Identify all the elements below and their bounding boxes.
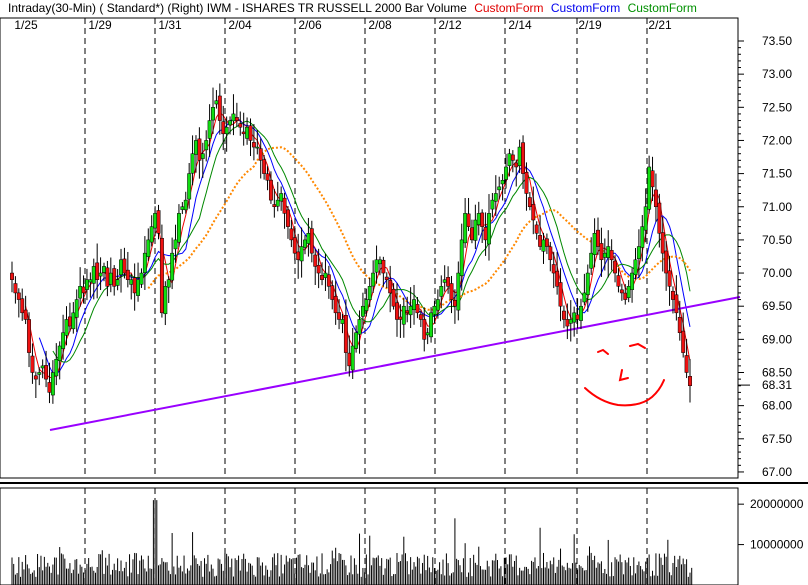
- price-tick-label: 73.50: [762, 34, 792, 48]
- customform-legend-blue: CustomForm: [550, 1, 621, 15]
- volume-axis: 20000000 10000000: [737, 488, 804, 585]
- price-tick-label: 71.00: [762, 200, 792, 214]
- price-tick-label: 67.50: [762, 432, 792, 446]
- chart-title: Intraday(30-Min) ( Standard*) (Right) IW…: [8, 1, 467, 15]
- volume-tick-label: 10000000: [750, 538, 804, 552]
- date-tick-label: 1/29: [88, 18, 112, 32]
- volume-tick-label: 20000000: [750, 497, 804, 511]
- price-tick-label: 71.50: [762, 167, 792, 181]
- price-tick-label: 70.50: [762, 233, 792, 247]
- date-tick-label: 2/12: [438, 18, 462, 32]
- date-tick-label: 2/06: [298, 18, 322, 32]
- date-tick-label: 2/14: [508, 18, 532, 32]
- price-tick-label: 67.00: [762, 465, 792, 479]
- chart-window: 73.50 73.00 72.50 72.00 71.50 71.00 70.50 70.00…: [0, 0, 808, 585]
- date-tick-label: 2/19: [578, 18, 602, 32]
- date-tick-label: 1/25: [14, 18, 38, 32]
- price-panel-frame: [0, 17, 739, 479]
- price-tick-label: 72.00: [762, 133, 792, 147]
- date-tick-label: 2/08: [368, 18, 392, 32]
- price-tick-label: 73.00: [762, 67, 792, 81]
- price-tick-label: 69.00: [762, 332, 792, 346]
- chart-header: Intraday(30-Min) ( Standard*) (Right) IW…: [8, 1, 697, 15]
- customform-legend-green: CustomForm: [627, 1, 697, 15]
- date-tick-label: 2/04: [228, 18, 252, 32]
- price-tick-label: 72.50: [762, 100, 792, 114]
- date-tick-label: 1/31: [158, 18, 182, 32]
- price-axis: 73.50 73.00 72.50 72.00 71.50 71.00 70.50 70.00…: [737, 18, 792, 479]
- customform-legend-red: CustomForm: [474, 1, 544, 15]
- price-tick-label: 69.50: [762, 299, 792, 313]
- last-price-label: 68.31: [762, 378, 792, 392]
- candle: [159, 224, 164, 318]
- price-tick-label: 68.00: [762, 399, 792, 413]
- chart-canvas: 73.50 73.00 72.50 72.00 71.50 71.00 70.50 70.00…: [0, 17, 808, 585]
- price-tick-label: 70.00: [762, 266, 792, 280]
- date-tick-label: 2/21: [648, 18, 672, 32]
